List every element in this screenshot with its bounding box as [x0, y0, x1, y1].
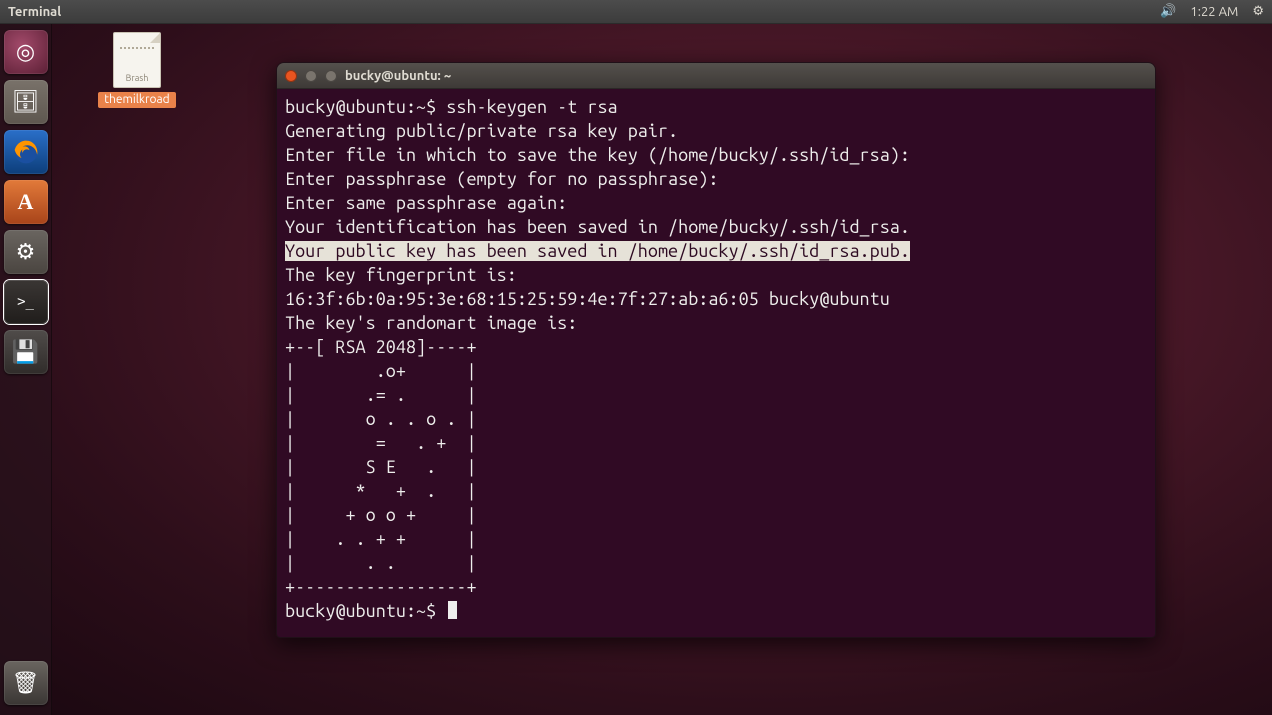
launcher-firefox[interactable]: [4, 130, 48, 174]
doc-preview-text: Brash: [114, 73, 160, 83]
window-maximize-button[interactable]: [325, 70, 337, 82]
desktop-icon-label: themilkroad: [98, 92, 175, 108]
terminal-line: | .= . |: [285, 385, 477, 405]
desktop-file-icon[interactable]: Brash themilkroad: [92, 32, 182, 108]
terminal-line: | o . . o . |: [285, 409, 477, 429]
terminal-line: Enter passphrase (empty for no passphras…: [285, 169, 718, 189]
clock[interactable]: 1:22 AM: [1190, 5, 1238, 19]
unity-launcher: ◎ 🗄 A ⚙ >_ 💾 🗑: [0, 24, 52, 715]
terminal-line: | + o o + |: [285, 505, 477, 525]
terminal-line: +-----------------+: [285, 577, 477, 597]
launcher-dash[interactable]: ◎: [4, 30, 48, 74]
trash-icon: 🗑: [12, 670, 40, 696]
terminal-line: Your identification has been saved in /h…: [285, 217, 910, 237]
launcher-settings[interactable]: ⚙: [4, 230, 48, 274]
document-icon: Brash: [113, 32, 161, 88]
launcher-files[interactable]: 🗄: [4, 80, 48, 124]
terminal-line: +--[ RSA 2048]----+: [285, 337, 477, 357]
top-menubar: Terminal 🔊 1:22 AM ⚙: [0, 0, 1272, 24]
files-icon: 🗄: [12, 89, 40, 115]
terminal-line: | . . + + |: [285, 529, 477, 549]
menubar-app-title: Terminal: [8, 5, 61, 19]
terminal-cursor: [448, 601, 457, 619]
terminal-line: | * + . |: [285, 481, 477, 501]
floppy-icon: 💾: [12, 339, 39, 365]
gear-icon[interactable]: ⚙: [1252, 4, 1264, 19]
launcher-software-center[interactable]: A: [4, 180, 48, 224]
terminal-line: Enter same passphrase again:: [285, 193, 567, 213]
terminal-line: | .o+ |: [285, 361, 477, 381]
window-close-button[interactable]: [285, 70, 297, 82]
volume-icon[interactable]: 🔊: [1160, 4, 1176, 19]
software-center-icon: A: [18, 189, 34, 215]
terminal-prompt: bucky@ubuntu:~$: [285, 601, 446, 621]
terminal-line: Enter file in which to save the key (/ho…: [285, 145, 910, 165]
window-title: bucky@ubuntu: ~: [345, 69, 451, 83]
terminal-command: ssh-keygen -t rsa: [446, 97, 617, 117]
terminal-line: | S E . |: [285, 457, 477, 477]
terminal-selected-line: Your public key has been saved in /home/…: [285, 241, 910, 261]
terminal-icon: >_: [17, 294, 34, 310]
terminal-window[interactable]: bucky@ubuntu: ~ bucky@ubuntu:~$ ssh-keyg…: [276, 62, 1156, 638]
window-minimize-button[interactable]: [305, 70, 317, 82]
terminal-line: Generating public/private rsa key pair.: [285, 121, 678, 141]
launcher-terminal[interactable]: >_: [4, 280, 48, 324]
launcher-trash[interactable]: 🗑: [4, 661, 48, 705]
terminal-prompt: bucky@ubuntu:~$: [285, 97, 446, 117]
firefox-icon: [12, 138, 40, 166]
terminal-line: | . . |: [285, 553, 477, 573]
launcher-save[interactable]: 💾: [4, 330, 48, 374]
terminal-line: 16:3f:6b:0a:95:3e:68:15:25:59:4e:7f:27:a…: [285, 289, 890, 309]
terminal-line: The key's randomart image is:: [285, 313, 577, 333]
settings-icon: ⚙: [16, 239, 36, 265]
ubuntu-logo-icon: ◎: [16, 39, 35, 65]
terminal-line: | = . + |: [285, 433, 477, 453]
window-titlebar[interactable]: bucky@ubuntu: ~: [277, 63, 1155, 89]
terminal-line: The key fingerprint is:: [285, 265, 517, 285]
terminal-body[interactable]: bucky@ubuntu:~$ ssh-keygen -t rsa Genera…: [277, 89, 1155, 637]
